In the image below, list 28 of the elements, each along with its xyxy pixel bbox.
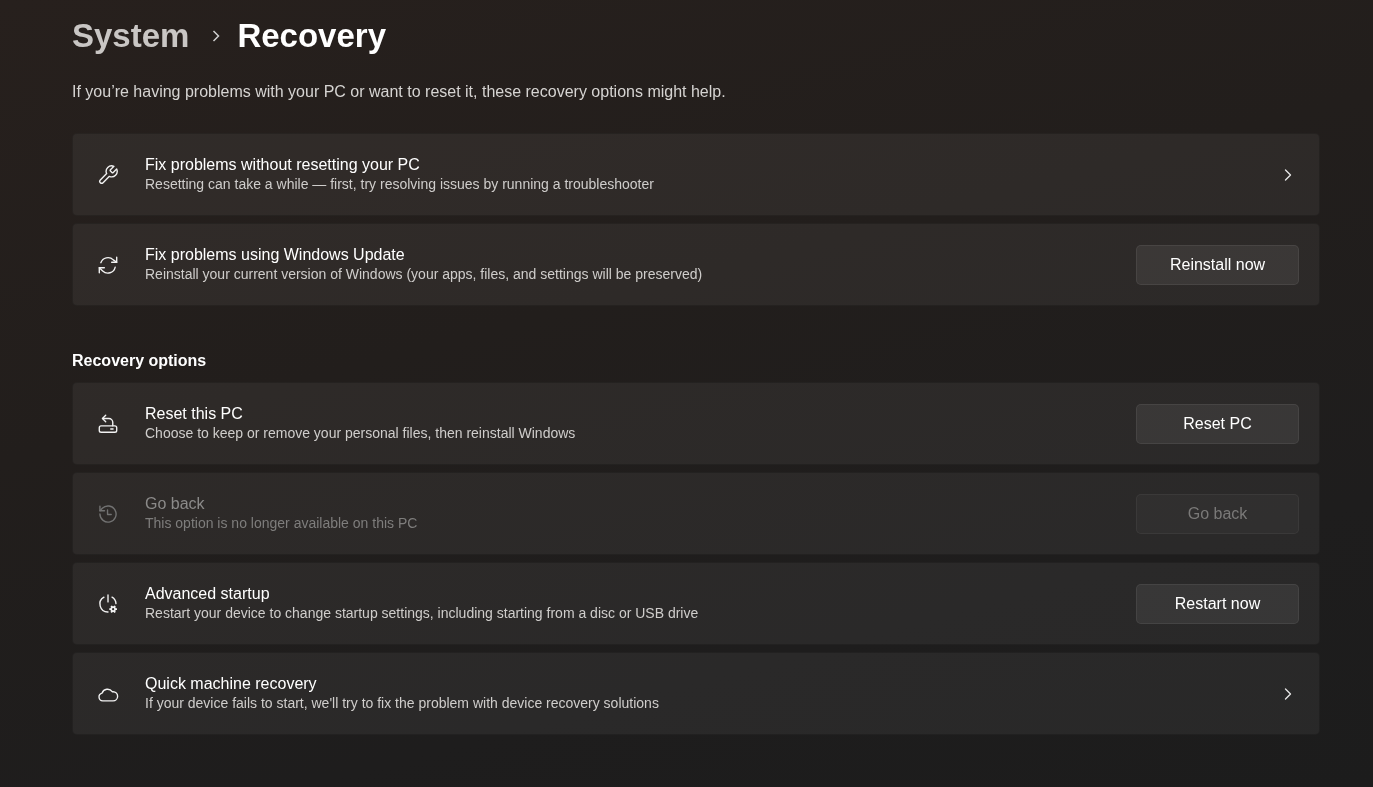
settings-card[interactable]: Fix problems without resetting your PC Resetting can take a while — first, try resolving issues by running a troubleshooter (72, 133, 1320, 216)
action-button[interactable]: Reset PC (1136, 403, 1299, 444)
chevron-right-icon (1283, 167, 1293, 182)
settings-card[interactable]: Quick machine recovery If your device fails to start, we'll try to fix the problem with device recovery solutions (72, 652, 1320, 735)
card-title: Quick machine recovery (145, 674, 318, 694)
card-subtitle: This option is no longer available on this PC (145, 514, 419, 533)
page-title: Recovery (237, 16, 386, 56)
card-subtitle: Choose to keep or remove your personal files, then reinstall Windows (145, 424, 577, 443)
card-subtitle: Restart your device to change startup settings, including starting from a disc or USB drive (145, 604, 700, 623)
history-icon (97, 502, 119, 525)
card-subtitle: If your device fails to start, we'll try to fix the problem with device recovery solutions (145, 694, 660, 713)
card-title: Advanced startup (145, 584, 271, 604)
card-title: Reset this PC (145, 404, 244, 424)
power-gear-icon (97, 592, 119, 615)
card-title: Go back (145, 494, 206, 514)
card-subtitle: Resetting can take a while — first, try resolving issues by running a troubleshooter (145, 175, 655, 194)
chevron-right-icon (211, 29, 222, 43)
chevron-right-icon (1283, 686, 1293, 701)
section-heading: Recovery options (72, 351, 208, 371)
tray-arrow-icon (97, 412, 119, 435)
card-title: Fix problems using Windows Update (145, 245, 406, 265)
breadcrumb-link[interactable]: System (72, 16, 190, 56)
action-button[interactable]: Reinstall now (1136, 244, 1299, 285)
wrench-icon (97, 163, 119, 186)
page-description: If you’re having problems with your PC or want to reset it, these recovery options might help. (72, 82, 727, 102)
card-subtitle: Reinstall your current version of Windows (your apps, files, and settings will be preserved) (145, 265, 704, 284)
card-title: Fix problems without resetting your PC (145, 155, 421, 175)
action-button[interactable]: Restart now (1136, 583, 1299, 624)
